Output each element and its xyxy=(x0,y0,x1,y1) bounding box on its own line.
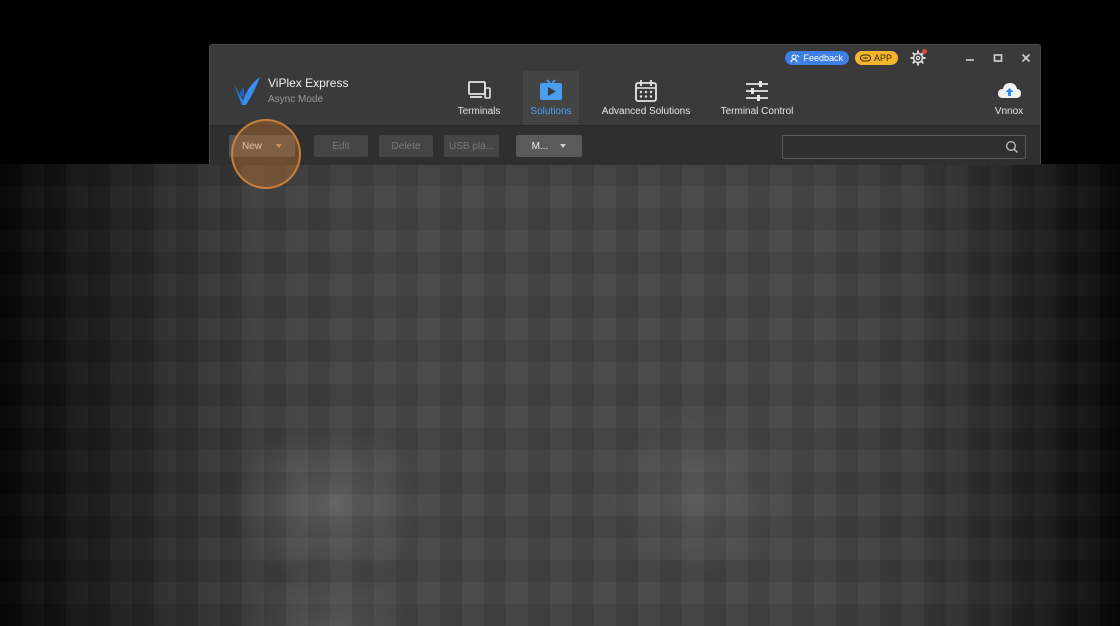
nav-vnnox[interactable]: Vnnox xyxy=(986,71,1032,125)
more-dropdown[interactable]: M... xyxy=(516,135,582,157)
search-icon[interactable] xyxy=(1005,140,1019,154)
delete-label: Delete xyxy=(391,140,421,152)
feedback-label: Feedback xyxy=(803,53,843,63)
maximize-button[interactable] xyxy=(992,52,1004,64)
minimize-button[interactable] xyxy=(964,52,976,64)
brand: ViPlex Express Async Mode xyxy=(232,75,348,107)
feedback-button[interactable]: Feedback xyxy=(785,51,849,65)
calendar-icon xyxy=(635,80,657,102)
app-button[interactable]: APP xyxy=(854,51,898,65)
feedback-icon xyxy=(790,54,800,63)
title-bar: ViPlex Express Async Mode Terminals Solu… xyxy=(210,45,1040,125)
usb-playback-button[interactable]: USB pla... xyxy=(444,135,499,157)
monitor-icon xyxy=(468,81,491,99)
nav-terminals[interactable]: Terminals xyxy=(450,71,508,125)
nav-solutions-label: Solutions xyxy=(530,106,572,117)
app-window: ViPlex Express Async Mode Terminals Solu… xyxy=(209,44,1041,165)
click-highlight xyxy=(231,119,301,189)
nav-vnnox-label: Vnnox xyxy=(994,106,1024,117)
sliders-icon xyxy=(746,81,768,101)
search-input[interactable] xyxy=(789,139,993,157)
screen: ViPlex Express Async Mode Terminals Solu… xyxy=(0,0,1120,626)
close-button[interactable] xyxy=(1020,52,1032,64)
usb-label: USB pla... xyxy=(448,140,495,152)
app-name: ViPlex Express xyxy=(268,75,349,90)
delete-button[interactable]: Delete xyxy=(379,135,433,157)
blurred-background xyxy=(0,164,1120,626)
nav-advanced-solutions[interactable]: Advanced Solutions xyxy=(598,71,694,125)
app-link-icon xyxy=(859,54,871,62)
cloud-upload-icon xyxy=(998,83,1021,98)
app-label: APP xyxy=(873,53,892,63)
close-icon xyxy=(1021,53,1031,63)
maximize-icon xyxy=(993,54,1003,62)
edit-button[interactable]: Edit xyxy=(314,135,368,157)
viplex-logo-icon xyxy=(234,77,260,105)
nav-solutions[interactable]: Solutions xyxy=(523,71,579,125)
chevron-down-icon xyxy=(560,144,567,148)
toolbar: New Edit Delete USB pla... M... xyxy=(210,125,1040,165)
more-label: M... xyxy=(531,140,549,152)
app-mode: Async Mode xyxy=(268,93,324,105)
edit-label: Edit xyxy=(332,140,350,152)
notification-dot xyxy=(922,49,927,54)
minimize-icon xyxy=(966,59,974,61)
settings-button[interactable] xyxy=(910,49,927,66)
search-box[interactable] xyxy=(782,135,1026,159)
nav-terminal-control[interactable]: Terminal Control xyxy=(716,71,798,125)
play-tv-icon xyxy=(540,79,562,100)
nav-terminals-label: Terminals xyxy=(457,106,501,117)
nav-terminal-control-label: Terminal Control xyxy=(720,106,794,117)
title-actions: Feedback APP xyxy=(785,49,1032,66)
nav-advanced-solutions-label: Advanced Solutions xyxy=(601,106,691,117)
